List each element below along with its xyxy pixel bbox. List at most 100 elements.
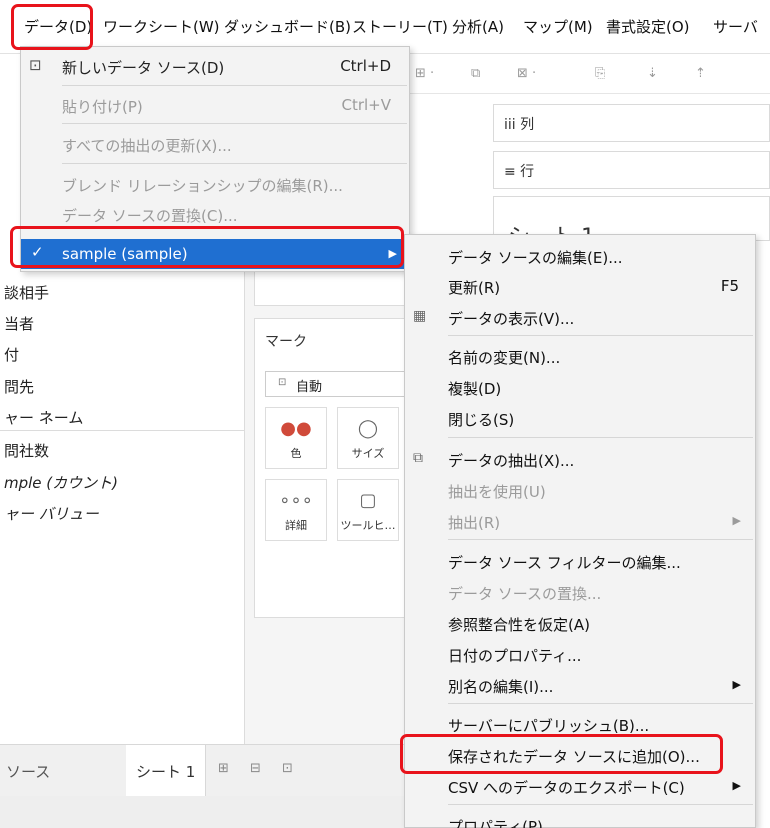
menu-item-label: 別名の編集(I)... bbox=[448, 678, 554, 696]
menu-item-label: データの表示(V)... bbox=[448, 310, 575, 328]
field-item[interactable]: ャー バリュー bbox=[4, 503, 99, 524]
data-source-tab[interactable]: ソース bbox=[6, 761, 50, 782]
field-item[interactable]: ャー ネーム bbox=[4, 407, 83, 428]
menu-item-extract[interactable]: 抽出(R) ▶ bbox=[405, 506, 755, 536]
menu-item-replace-data-source[interactable]: データ ソースの置換(C)... bbox=[21, 199, 409, 229]
menu-item-view-data[interactable]: ▦ データの表示(V)... bbox=[405, 302, 755, 332]
rows-shelf[interactable]: ≡ 行 bbox=[493, 151, 770, 189]
menu-item-extract-data[interactable]: ⧉ データの抽出(X)... bbox=[405, 444, 755, 474]
color-button[interactable]: ●● 色 bbox=[265, 407, 327, 469]
columns-shelf-label: iii 列 bbox=[504, 117, 535, 133]
menu-separator bbox=[62, 123, 407, 124]
mark-type-select[interactable]: ⊡ 自動 bbox=[265, 371, 405, 397]
submenu-arrow-icon: ▶ bbox=[732, 779, 741, 792]
color-icon: ●● bbox=[280, 418, 312, 439]
submenu-arrow-icon: ▶ bbox=[732, 514, 741, 527]
menu-item-label: データ ソースの置換(C)... bbox=[62, 207, 238, 225]
menu-item-export-csv[interactable]: CSV へのデータのエクスポート(C) ▶ bbox=[405, 771, 755, 801]
columns-shelf[interactable]: iii 列 bbox=[493, 104, 770, 142]
toolbar: ⊞ · ⧉ ⊠ · ⎘ ⇣ ⇡ bbox=[405, 54, 770, 94]
detail-label: 詳細 bbox=[285, 519, 307, 532]
mark-type-icon: ⊡ bbox=[278, 377, 287, 388]
menu-item-replace-data-source[interactable]: データ ソースの置換... bbox=[405, 577, 755, 607]
sheet-tab-label: シート 1 bbox=[136, 763, 196, 781]
menu-server[interactable]: サーバ bbox=[713, 16, 758, 37]
detail-icon: ∘∘∘ bbox=[279, 490, 313, 511]
divider bbox=[0, 430, 245, 431]
toolbar-duplicate-icon[interactable]: ⊞ · bbox=[415, 66, 434, 81]
highlight-box bbox=[400, 734, 723, 774]
menu-separator bbox=[448, 703, 753, 704]
menu-format[interactable]: 書式設定(O) bbox=[606, 16, 690, 37]
menu-item-label: すべての抽出の更新(X)... bbox=[62, 137, 232, 155]
new-story-icon[interactable]: ⊡ bbox=[282, 761, 293, 776]
menu-item-label: 新しいデータ ソース(D) bbox=[62, 59, 225, 77]
menu-item-edit-data-source-filters[interactable]: データ ソース フィルターの編集... bbox=[405, 546, 755, 576]
menu-item-use-extract[interactable]: 抽出を使用(U) bbox=[405, 475, 755, 505]
menu-item-refresh-all-extracts[interactable]: すべての抽出の更新(X)... bbox=[21, 129, 409, 159]
field-item[interactable]: 問社数 bbox=[4, 440, 49, 461]
new-worksheet-icon[interactable]: ⊞ bbox=[218, 761, 229, 776]
toolbar-group-icon[interactable]: ⎘ bbox=[595, 66, 605, 81]
menu-item-properties[interactable]: プロパティ(P) bbox=[405, 810, 755, 828]
menu-item-edit-aliases[interactable]: 別名の編集(I)... ▶ bbox=[405, 670, 755, 700]
view-data-icon: ▦ bbox=[413, 308, 427, 324]
menu-item-label: ブレンド リレーションシップの編集(R)... bbox=[62, 177, 343, 195]
menu-item-label: プロパティ(P) bbox=[448, 818, 543, 828]
menu-analysis[interactable]: 分析(A) bbox=[452, 16, 504, 37]
field-item[interactable]: 当者 bbox=[4, 313, 34, 334]
menu-map[interactable]: マップ(M) bbox=[523, 16, 593, 37]
menu-item-label: 参照整合性を仮定(A) bbox=[448, 616, 590, 634]
size-button[interactable]: ◯ サイズ bbox=[337, 407, 399, 469]
menu-item-label: 貼り付け(P) bbox=[62, 98, 143, 116]
menu-item-assume-referential-integrity[interactable]: 参照整合性を仮定(A) bbox=[405, 608, 755, 638]
tooltip-icon: ▢ bbox=[359, 490, 377, 511]
menu-item-rename[interactable]: 名前の変更(N)... bbox=[405, 341, 755, 371]
toolbar-sort-asc-icon[interactable]: ⇣ bbox=[647, 66, 658, 81]
rows-shelf-label: ≡ 行 bbox=[504, 164, 535, 180]
menu-story[interactable]: ストーリー(T) bbox=[352, 16, 448, 37]
field-item[interactable]: 談相手 bbox=[4, 282, 49, 303]
bottom-tab-bar: ソース シート 1 ⊞ ⊟ ⊡ bbox=[0, 744, 405, 797]
menu-dashboard[interactable]: ダッシュボード(B) bbox=[224, 16, 351, 37]
field-item[interactable]: 問先 bbox=[4, 376, 34, 397]
menu-item-date-properties[interactable]: 日付のプロパティ... bbox=[405, 639, 755, 669]
menu-item-close[interactable]: 閉じる(S) bbox=[405, 403, 755, 433]
menu-separator bbox=[62, 163, 407, 164]
menu-item-label: 複製(D) bbox=[448, 380, 502, 398]
toolbar-new-sheet-icon[interactable]: ⧉ bbox=[471, 66, 480, 81]
menu-item-paste[interactable]: 貼り付け(P) Ctrl+V bbox=[21, 90, 409, 120]
tooltip-label: ツールヒ… bbox=[340, 519, 396, 532]
menu-item-duplicate[interactable]: 複製(D) bbox=[405, 372, 755, 402]
menu-item-refresh[interactable]: 更新(R) F5 bbox=[405, 271, 755, 301]
menu-separator bbox=[448, 539, 753, 540]
detail-button[interactable]: ∘∘∘ 詳細 bbox=[265, 479, 327, 541]
menu-item-edit-blend[interactable]: ブレンド リレーションシップの編集(R)... bbox=[21, 169, 409, 199]
mark-type-value: 自動 bbox=[296, 380, 323, 395]
toolbar-sort-desc-icon[interactable]: ⇡ bbox=[695, 66, 706, 81]
field-item[interactable]: mple (カウント) bbox=[4, 472, 118, 493]
menu-item-label: データの抽出(X)... bbox=[448, 452, 575, 470]
menu-item-shortcut: Ctrl+D bbox=[340, 57, 391, 75]
menu-item-label: データ ソースの置換... bbox=[448, 585, 602, 603]
menu-item-label: データ ソースの編集(E)... bbox=[448, 249, 623, 267]
menu-item-label: 日付のプロパティ... bbox=[448, 647, 582, 665]
size-label: サイズ bbox=[351, 447, 385, 460]
menu-item-edit-data-source[interactable]: データ ソースの編集(E)... bbox=[405, 241, 755, 271]
menu-worksheet[interactable]: ワークシート(W) bbox=[103, 16, 220, 37]
menu-item-new-data-source[interactable]: ⊡ 新しいデータ ソース(D) Ctrl+D bbox=[21, 51, 409, 81]
highlight-box bbox=[11, 4, 93, 50]
status-bar bbox=[0, 796, 405, 828]
menu-item-label: 名前の変更(N)... bbox=[448, 349, 561, 367]
sheet-tab[interactable]: シート 1 bbox=[126, 745, 206, 797]
tooltip-button[interactable]: ▢ ツールヒ… bbox=[337, 479, 399, 541]
menu-item-label: データ ソース フィルターの編集... bbox=[448, 554, 681, 572]
toolbar-clear-icon[interactable]: ⊠ · bbox=[517, 66, 536, 81]
menu-item-label: 抽出(R) bbox=[448, 514, 501, 532]
menu-item-shortcut: Ctrl+V bbox=[341, 96, 391, 114]
field-item[interactable]: 付 bbox=[4, 344, 19, 365]
new-dashboard-icon[interactable]: ⊟ bbox=[250, 761, 261, 776]
menu-separator bbox=[62, 85, 407, 86]
highlight-box bbox=[10, 226, 404, 268]
menu-separator bbox=[448, 437, 753, 438]
